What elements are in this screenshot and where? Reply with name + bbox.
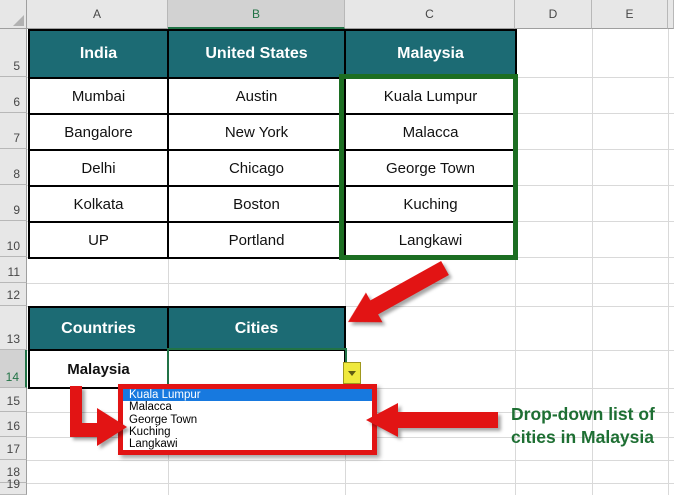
gridline <box>27 283 674 284</box>
row-header-5[interactable]: 5 <box>0 29 27 77</box>
dropdown-item-kuala-lumpur[interactable]: Kuala Lumpur <box>123 389 372 402</box>
row-header-10[interactable]: 10 <box>0 221 27 257</box>
row-header-15[interactable]: 15 <box>0 388 27 412</box>
header-cell-countries[interactable]: Countries <box>30 308 169 351</box>
data-validation-dropdown-button[interactable] <box>343 362 361 384</box>
active-cell-border <box>167 348 347 388</box>
column-header-b[interactable]: B <box>168 0 345 29</box>
cell-b9[interactable]: Boston <box>169 187 346 223</box>
row-header-8[interactable]: 8 <box>0 149 27 185</box>
gridline <box>27 460 674 461</box>
dropdown-item-malacca[interactable]: Malacca <box>123 401 372 413</box>
cell-b10[interactable]: Portland <box>169 223 346 259</box>
gridline <box>668 29 669 495</box>
dropdown-item-langkawi[interactable]: Langkawi <box>123 438 372 450</box>
row-header-17[interactable]: 17 <box>0 437 27 460</box>
row-header-13[interactable]: 13 <box>0 306 27 350</box>
dropdown-item-george-town[interactable]: George Town <box>123 413 372 426</box>
dropdown-list: Kuala Lumpur Malacca George Town Kuching… <box>118 384 377 455</box>
gridline <box>27 483 674 484</box>
header-cell-malaysia[interactable]: Malaysia <box>346 31 517 79</box>
row-header-11[interactable]: 11 <box>0 257 27 283</box>
column-header-d[interactable]: D <box>515 0 592 29</box>
annotation-line-2: cities in Malaysia <box>511 427 654 447</box>
column-header-a[interactable]: A <box>27 0 168 29</box>
row-header-14[interactable]: 14 <box>0 350 27 388</box>
annotation-line-1: Drop-down list of <box>511 404 655 424</box>
row-header-9[interactable]: 9 <box>0 185 27 221</box>
header-cell-united-states[interactable]: United States <box>169 31 346 79</box>
row-header-19[interactable]: 19 <box>0 477 27 495</box>
arrow-to-cities-header-icon <box>348 261 449 323</box>
dropdown-item-kuching[interactable]: Kuching <box>123 426 372 438</box>
column-header-c[interactable]: C <box>345 0 515 29</box>
cell-a7[interactable]: Bangalore <box>30 115 169 151</box>
header-cell-cities[interactable]: Cities <box>169 308 346 351</box>
cell-b7[interactable]: New York <box>169 115 346 151</box>
cell-a8[interactable]: Delhi <box>30 151 169 187</box>
cell-b8[interactable]: Chicago <box>169 151 346 187</box>
spreadsheet-app: A B C D E 5 6 7 8 9 10 11 12 13 14 15 16… <box>0 0 674 495</box>
cell-a6[interactable]: Mumbai <box>30 79 169 115</box>
annotation-label: Drop-down list of cities in Malaysia <box>511 403 655 449</box>
row-header-12[interactable]: 12 <box>0 283 27 306</box>
column-header-partial <box>668 0 674 29</box>
cell-a9[interactable]: Kolkata <box>30 187 169 223</box>
column-header-e[interactable]: E <box>592 0 668 29</box>
header-cell-india[interactable]: India <box>30 31 169 79</box>
row-header-7[interactable]: 7 <box>0 113 27 149</box>
chevron-down-icon <box>348 370 356 376</box>
cell-b6[interactable]: Austin <box>169 79 346 115</box>
select-all-corner[interactable] <box>0 0 27 29</box>
row-header-16[interactable]: 16 <box>0 412 27 437</box>
named-range-border <box>339 74 518 260</box>
row-header-6[interactable]: 6 <box>0 77 27 113</box>
arrow-to-dropdown-icon <box>366 403 498 437</box>
cell-a10[interactable]: UP <box>30 223 169 259</box>
